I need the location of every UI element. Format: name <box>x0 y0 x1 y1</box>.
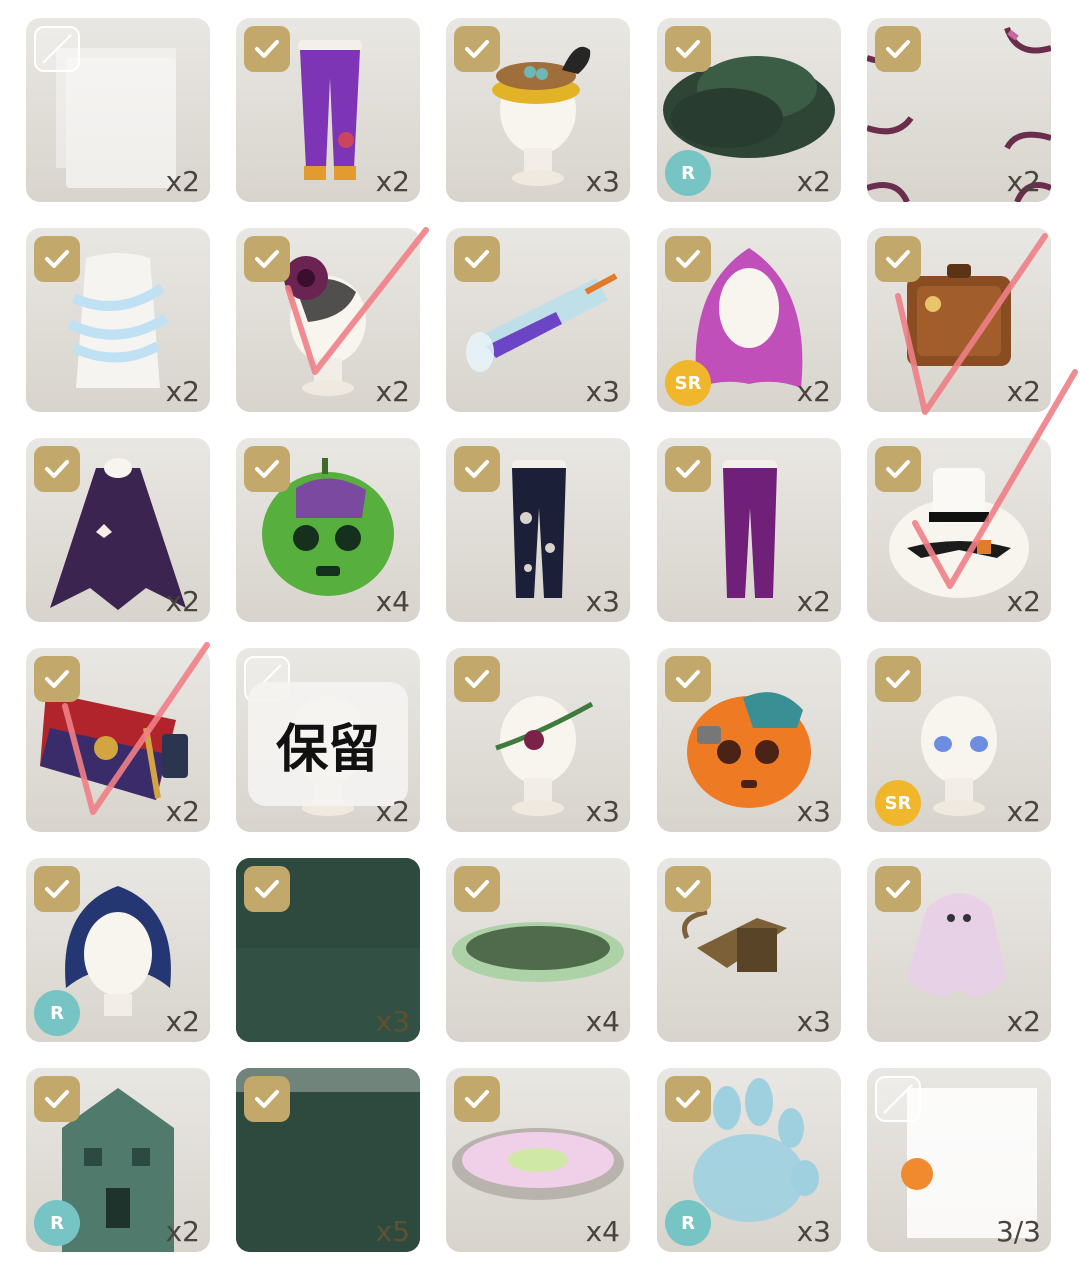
inventory-item-torn-leggings[interactable]: x3 <box>446 438 630 622</box>
checkmark-icon[interactable] <box>454 26 500 72</box>
inventory-item-orange-pumpkin-head[interactable]: x3 <box>657 648 841 832</box>
checkmark-icon[interactable] <box>665 1076 711 1122</box>
item-count: x3 <box>375 1005 410 1038</box>
item-count: x2 <box>165 375 200 408</box>
inventory-item-bandage-top[interactable]: x2 <box>26 228 210 412</box>
checkmark-icon[interactable] <box>244 236 290 282</box>
rarity-badge: SR <box>875 780 921 826</box>
checkmark-icon[interactable] <box>875 26 921 72</box>
checkbox-empty-icon[interactable] <box>34 26 80 72</box>
inventory-item-branch-frame[interactable]: x2 <box>867 18 1051 202</box>
rarity-badge: R <box>34 990 80 1036</box>
inventory-item-head-bust[interactable]: 保留 x2 <box>236 648 420 832</box>
item-count: x3 <box>585 165 620 198</box>
inventory-item-letter-key[interactable]: x2 <box>26 648 210 832</box>
item-count: x2 <box>1006 165 1041 198</box>
inventory-item-dark-bush[interactable]: Rx2 <box>657 18 841 202</box>
inventory-item-purple-pants[interactable]: x2 <box>236 18 420 202</box>
item-count: x2 <box>165 585 200 618</box>
checkbox-empty-icon[interactable] <box>875 1076 921 1122</box>
checkmark-icon[interactable] <box>34 236 80 282</box>
inventory-grid: x2 x2 x3 Rx2 x2 x2 x2 x3 SR x2 x2 x2 x4 x3 x2 x2 x2 保留 x2 x… <box>0 0 1080 1272</box>
inventory-item-rose-web-headpiece[interactable]: x2 <box>236 228 420 412</box>
inventory-item-ghost-hand[interactable]: Rx3 <box>657 1068 841 1252</box>
checkmark-icon[interactable] <box>454 236 500 282</box>
item-count: x2 <box>375 165 410 198</box>
checkmark-icon[interactable] <box>665 236 711 282</box>
checkmark-icon[interactable] <box>665 656 711 702</box>
inventory-item-purple-tights[interactable]: x2 <box>657 438 841 622</box>
item-count: x4 <box>585 1215 620 1248</box>
inventory-item-skeleton-costume[interactable]: x2 <box>26 18 210 202</box>
inventory-item-potion-glass[interactable]: x3 <box>446 228 630 412</box>
checkmark-icon[interactable] <box>34 446 80 492</box>
item-count: x2 <box>165 165 200 198</box>
inventory-item-vine-headband[interactable]: x3 <box>446 648 630 832</box>
checkmark-icon[interactable] <box>875 236 921 282</box>
item-count: x3 <box>796 795 831 828</box>
item-count: x5 <box>375 1215 410 1248</box>
item-count: x2 <box>165 795 200 828</box>
checkmark-icon[interactable] <box>454 866 500 912</box>
checkmark-icon[interactable] <box>244 1076 290 1122</box>
item-count: x3 <box>796 1005 831 1038</box>
checkmark-icon[interactable] <box>665 866 711 912</box>
checkmark-icon[interactable] <box>454 1076 500 1122</box>
item-count: x2 <box>165 1005 200 1038</box>
checkmark-icon[interactable] <box>244 446 290 492</box>
inventory-item-navy-hair[interactable]: Rx2 <box>26 858 210 1042</box>
inventory-item-top-hat[interactable]: x2 <box>867 438 1051 622</box>
checkmark-icon[interactable] <box>875 866 921 912</box>
item-count: x3 <box>585 375 620 408</box>
checkmark-icon[interactable] <box>875 446 921 492</box>
checkmark-icon[interactable] <box>34 1076 80 1122</box>
inventory-item-green-background-2[interactable]: x5 <box>236 1068 420 1252</box>
inventory-item-bat-cape[interactable]: x2 <box>26 438 210 622</box>
inventory-item-ghost-pet[interactable]: x2 <box>867 858 1051 1042</box>
inventory-item-pink-hair[interactable]: SR x2 <box>657 228 841 412</box>
item-count: x2 <box>165 1215 200 1248</box>
checkmark-icon[interactable] <box>34 656 80 702</box>
checkmark-icon[interactable] <box>454 656 500 702</box>
item-count: x3 <box>796 1215 831 1248</box>
item-count: x2 <box>1006 375 1041 408</box>
inventory-item-green-background[interactable]: x3 <box>236 858 420 1042</box>
inventory-item-blue-eyes[interactable]: SR x2 <box>867 648 1051 832</box>
checkmark-icon[interactable] <box>665 26 711 72</box>
reserve-label: 保留 <box>248 682 408 806</box>
checkmark-icon[interactable] <box>665 446 711 492</box>
item-count: x2 <box>796 585 831 618</box>
item-count: x3 <box>585 795 620 828</box>
item-count: x4 <box>375 585 410 618</box>
item-count: x2 <box>375 375 410 408</box>
inventory-item-haunted-house[interactable]: Rx2 <box>26 1068 210 1252</box>
rarity-badge: R <box>665 150 711 196</box>
inventory-item-lantern[interactable]: x3 <box>657 858 841 1042</box>
rarity-badge: SR <box>665 360 711 406</box>
inventory-item-nest-crow-hat[interactable]: x3 <box>446 18 630 202</box>
item-count: x2 <box>796 375 831 408</box>
item-count: x2 <box>1006 585 1041 618</box>
inventory-item-green-pumpkin-head[interactable]: x4 <box>236 438 420 622</box>
rarity-badge: R <box>665 1200 711 1246</box>
item-count: x2 <box>1006 1005 1041 1038</box>
item-count: x2 <box>375 795 410 828</box>
item-count: x2 <box>796 165 831 198</box>
checkmark-icon[interactable] <box>34 866 80 912</box>
inventory-item-hidden-item[interactable]: 3/3 <box>867 1068 1051 1252</box>
checkmark-icon[interactable] <box>244 866 290 912</box>
item-count: x3 <box>585 585 620 618</box>
rarity-badge: R <box>34 1200 80 1246</box>
inventory-item-green-floor-ring[interactable]: x4 <box>446 858 630 1042</box>
inventory-item-mosaic-floor[interactable]: x4 <box>446 1068 630 1252</box>
checkmark-icon[interactable] <box>875 656 921 702</box>
item-count: x2 <box>1006 795 1041 828</box>
item-count: x4 <box>585 1005 620 1038</box>
item-count: 3/3 <box>995 1215 1041 1248</box>
checkmark-icon[interactable] <box>454 446 500 492</box>
inventory-item-suitcase[interactable]: x2 <box>867 228 1051 412</box>
checkmark-icon[interactable] <box>244 26 290 72</box>
